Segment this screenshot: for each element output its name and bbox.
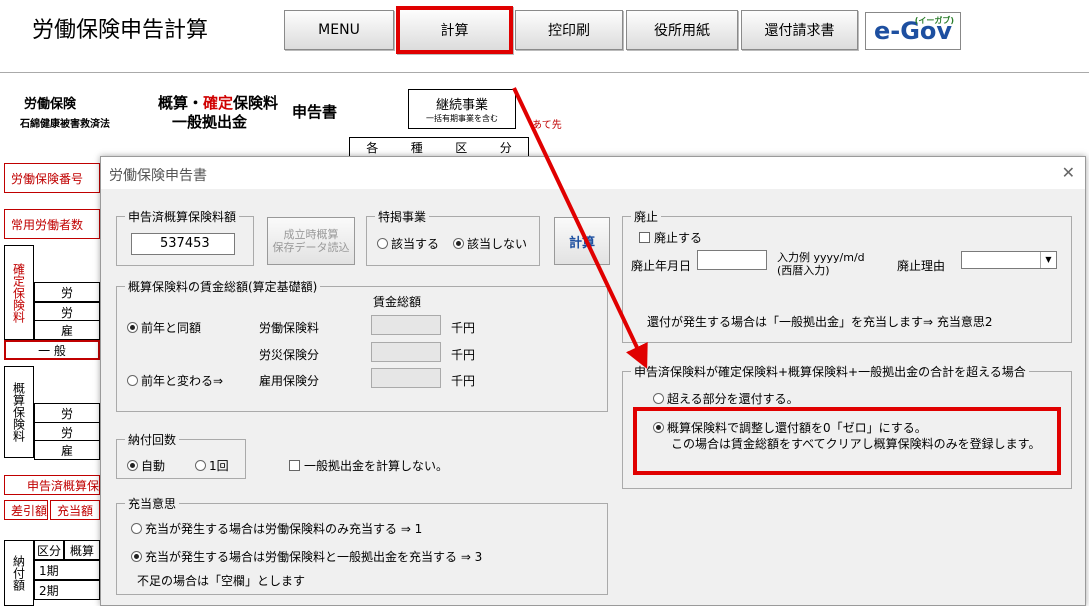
annotation-arrow <box>512 87 648 369</box>
